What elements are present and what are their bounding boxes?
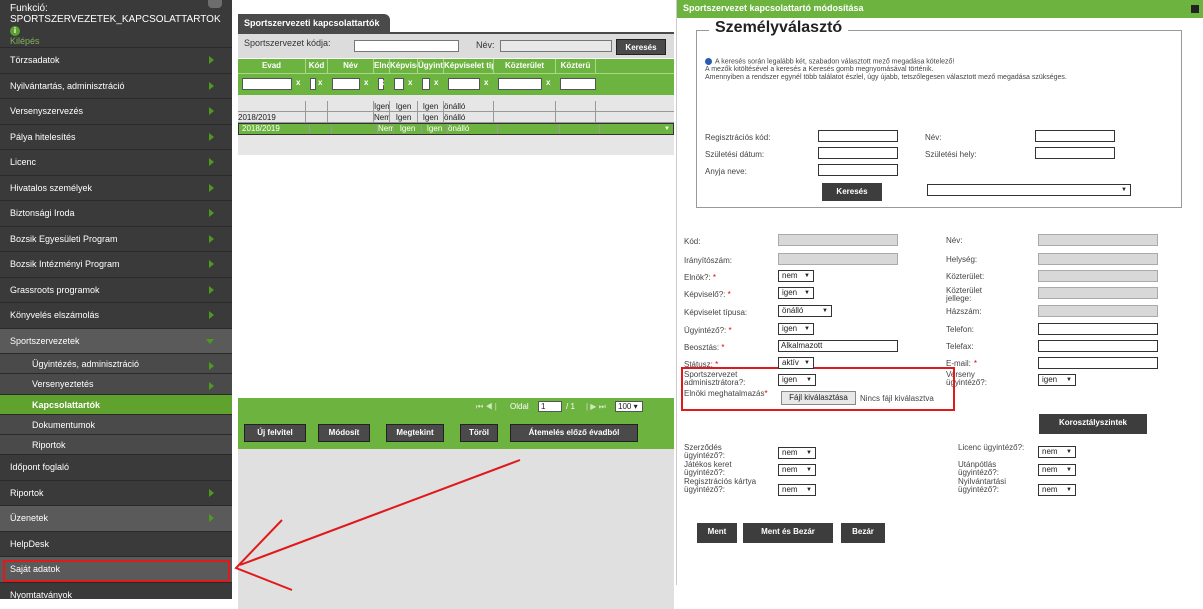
red-arrow-annotation bbox=[234, 459, 521, 591]
